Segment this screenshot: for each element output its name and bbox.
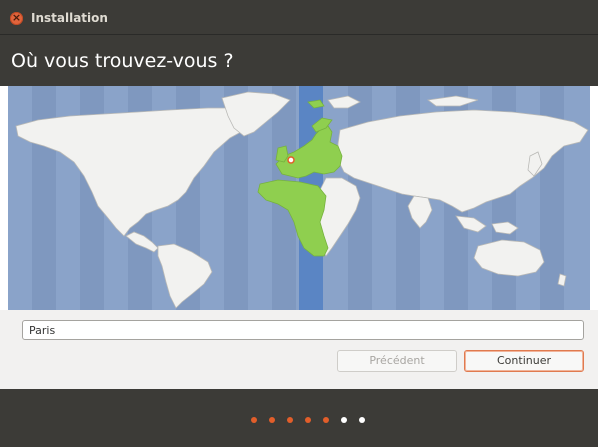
close-button[interactable]: × (10, 11, 23, 25)
world-map-svg[interactable] (8, 86, 590, 310)
page-header: Où vous trouvez-vous ? (0, 35, 598, 86)
title-bar: × Installation (0, 0, 598, 35)
progress-dot (269, 417, 275, 423)
close-icon: × (11, 11, 22, 24)
continue-button[interactable]: Continuer (464, 350, 584, 372)
timezone-city-input[interactable] (22, 320, 584, 340)
progress-dot (251, 417, 257, 423)
city-marker[interactable] (287, 156, 295, 164)
progress-dot (323, 417, 329, 423)
progress-dot (305, 417, 311, 423)
timezone-map[interactable] (8, 86, 590, 310)
content-area: Précédent Continuer (0, 310, 598, 389)
progress-dot (359, 417, 365, 423)
progress-dot (341, 417, 347, 423)
installer-window: × Installation Où vous trouvez-vous ? Pa… (0, 0, 598, 447)
footer-bar (0, 389, 598, 447)
window-title: Installation (31, 11, 108, 25)
previous-button[interactable]: Précédent (337, 350, 457, 372)
progress-dot (287, 417, 293, 423)
page-title: Où vous trouvez-vous ? (11, 50, 234, 72)
